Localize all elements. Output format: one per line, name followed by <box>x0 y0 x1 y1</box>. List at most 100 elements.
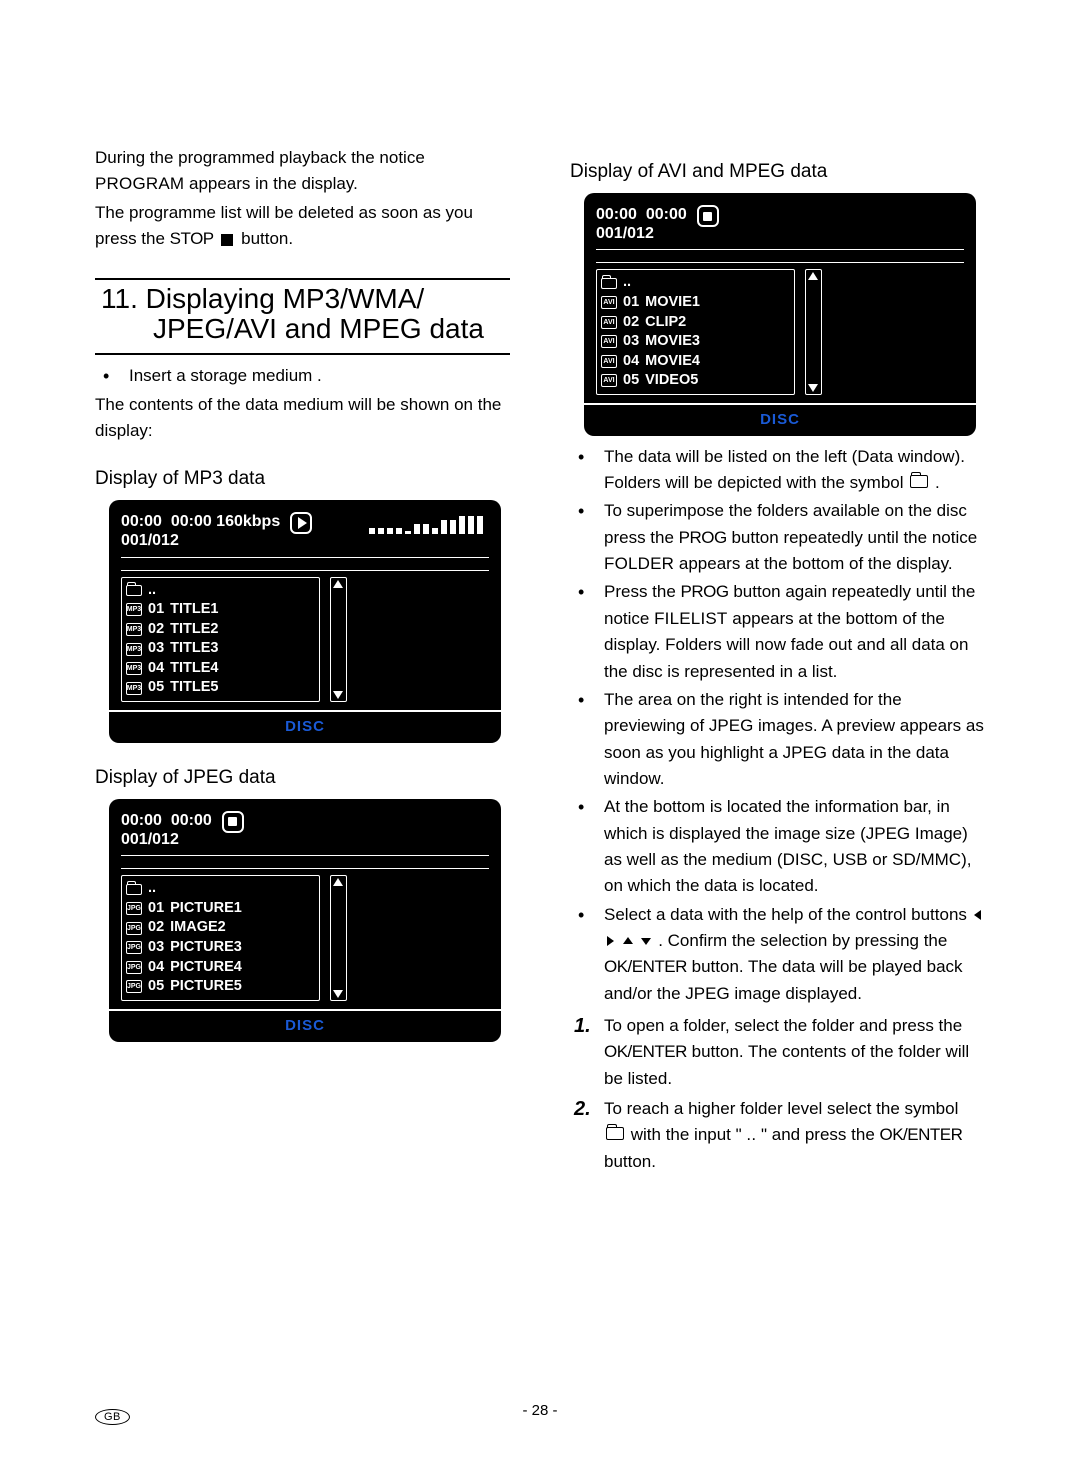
avi-subhead: Display of AVI and MPEG data <box>570 161 985 183</box>
osd-header-text: 00:00 00:00 001/012 <box>596 205 687 243</box>
step-number: 1. <box>574 1011 591 1042</box>
scroll-down-icon <box>808 384 818 392</box>
text: with the input " <box>631 1125 742 1144</box>
file-list: ..AVI01MOVIE1AVI02CLIP2AVI03MOVIE3AVI04M… <box>596 269 795 394</box>
file-name: TITLE2 <box>170 620 218 640</box>
file-name: PICTURE5 <box>170 977 242 997</box>
button-label-ok-enter: OK/ENTER <box>604 957 687 976</box>
filetype-icon: MP3 <box>126 623 142 636</box>
file-row: JPG01PICTURE1 <box>126 899 315 919</box>
file-index: 04 <box>623 352 639 372</box>
filetype-icon: AVI <box>601 316 617 329</box>
file-index: 01 <box>148 600 164 620</box>
step-go-up: 2. To reach a higher folder level select… <box>570 1096 985 1175</box>
text: button. <box>241 229 293 248</box>
intro-delete: The programme list will be deleted as so… <box>95 200 510 253</box>
file-name: PICTURE3 <box>170 938 242 958</box>
stop-square-icon <box>221 234 233 246</box>
filetype-icon: AVI <box>601 374 617 387</box>
text: button. <box>604 1152 656 1171</box>
scrollbar <box>805 269 822 394</box>
file-row: JPG05PICTURE5 <box>126 977 315 997</box>
file-name: PICTURE1 <box>170 899 242 919</box>
filetype-icon: MP3 <box>126 662 142 675</box>
file-row: AVI03MOVIE3 <box>601 332 790 352</box>
file-row: JPG04PICTURE4 <box>126 958 315 978</box>
text: To open a folder, select the folder and … <box>604 1016 962 1035</box>
stop-icon <box>222 811 244 833</box>
bullet-data-listed: The data will be listed on the left (Dat… <box>570 444 985 497</box>
text: button repeatedly until the notice <box>731 528 977 547</box>
file-index: 01 <box>623 293 639 313</box>
scroll-down-icon <box>333 990 343 998</box>
contents-shown: The contents of the data medium will be … <box>95 392 510 445</box>
filetype-icon: AVI <box>601 335 617 348</box>
scroll-down-icon <box>333 691 343 699</box>
file-index: 03 <box>623 332 639 352</box>
file-name: VIDEO5 <box>645 371 698 391</box>
section-number: 11. <box>101 283 138 314</box>
play-icon <box>290 512 312 534</box>
section-11-heading: 11. Displaying MP3/WMA/ JPEG/AVI and MPE… <box>95 278 510 355</box>
filetype-icon: JPG <box>126 902 142 915</box>
file-index: 02 <box>148 918 164 938</box>
file-index: 04 <box>148 659 164 679</box>
file-index: 05 <box>148 977 164 997</box>
osd-avi: 00:00 00:00 001/012 ..AVI01MOVIE1AVI02CL… <box>584 193 976 436</box>
file-row: MP305TITLE5 <box>126 678 315 698</box>
scrollbar <box>330 577 347 702</box>
text: To reach a higher folder level select th… <box>604 1099 958 1118</box>
label-filelist: FILELIST <box>654 609 727 628</box>
file-name: TITLE1 <box>170 600 218 620</box>
file-name: IMAGE2 <box>170 918 226 938</box>
button-label-ok-enter: OK/ENTER <box>880 1125 963 1144</box>
scroll-up-icon <box>808 272 818 280</box>
file-row: JPG03PICTURE3 <box>126 938 315 958</box>
file-row: MP303TITLE3 <box>126 639 315 659</box>
file-index: 05 <box>148 678 164 698</box>
bullet-insert-medium: Insert a storage medium . <box>95 363 510 389</box>
file-list: ..JPG01PICTURE1JPG02IMAGE2JPG03PICTURE3J… <box>121 875 320 1000</box>
folder-icon <box>601 278 617 289</box>
osd-mp3: 00:00 00:00 160kbps 001/012 ..MP301TITLE… <box>109 500 501 743</box>
section-line-1: Displaying MP3/WMA/ <box>146 283 425 314</box>
button-label-prog: PROG <box>679 528 727 547</box>
scrollbar <box>330 875 347 1000</box>
file-index: 02 <box>623 313 639 333</box>
text: appears at the bottom of the display. <box>679 554 953 573</box>
equalizer-icon <box>322 512 489 534</box>
osd-header-text: 00:00 00:00 001/012 <box>121 811 212 849</box>
text: " and press the <box>761 1125 880 1144</box>
preview-area <box>832 269 964 394</box>
osd-divider <box>596 249 964 263</box>
file-row: AVI01MOVIE1 <box>601 293 790 313</box>
parent-label: .. <box>623 273 631 293</box>
file-row: AVI02CLIP2 <box>601 313 790 333</box>
filetype-icon: MP3 <box>126 603 142 616</box>
folder-icon <box>910 475 928 488</box>
file-row: JPG02IMAGE2 <box>126 918 315 938</box>
preview-area <box>357 875 489 1000</box>
parent-folder-row: .. <box>126 879 315 899</box>
file-index: 05 <box>623 371 639 391</box>
section-line-2: JPEG/AVI and MPEG data <box>95 314 510 343</box>
label-program: PROGRAM <box>95 174 184 193</box>
bullet-superimpose: To superimpose the folders available on … <box>570 498 985 577</box>
file-index: 03 <box>148 639 164 659</box>
file-row: MP3 01 TITLE1 <box>126 600 315 620</box>
text: Press the <box>604 582 681 601</box>
file-name: PICTURE4 <box>170 958 242 978</box>
osd-footer: DISC <box>584 403 976 436</box>
file-name: TITLE3 <box>170 639 218 659</box>
file-name: TITLE4 <box>170 659 218 679</box>
scroll-up-icon <box>333 878 343 886</box>
parent-label: .. <box>148 879 156 899</box>
osd-header-text: 00:00 00:00 160kbps 001/012 <box>121 512 280 550</box>
file-index: 03 <box>148 938 164 958</box>
folder-icon <box>126 884 142 895</box>
filetype-icon: MP3 <box>126 682 142 695</box>
file-row: AVI04MOVIE4 <box>601 352 790 372</box>
page-number: - 28 - <box>0 1402 1080 1419</box>
step-open-folder: 1. To open a folder, select the folder a… <box>570 1013 985 1092</box>
file-row: AVI 05 VIDEO5 <box>601 371 790 391</box>
